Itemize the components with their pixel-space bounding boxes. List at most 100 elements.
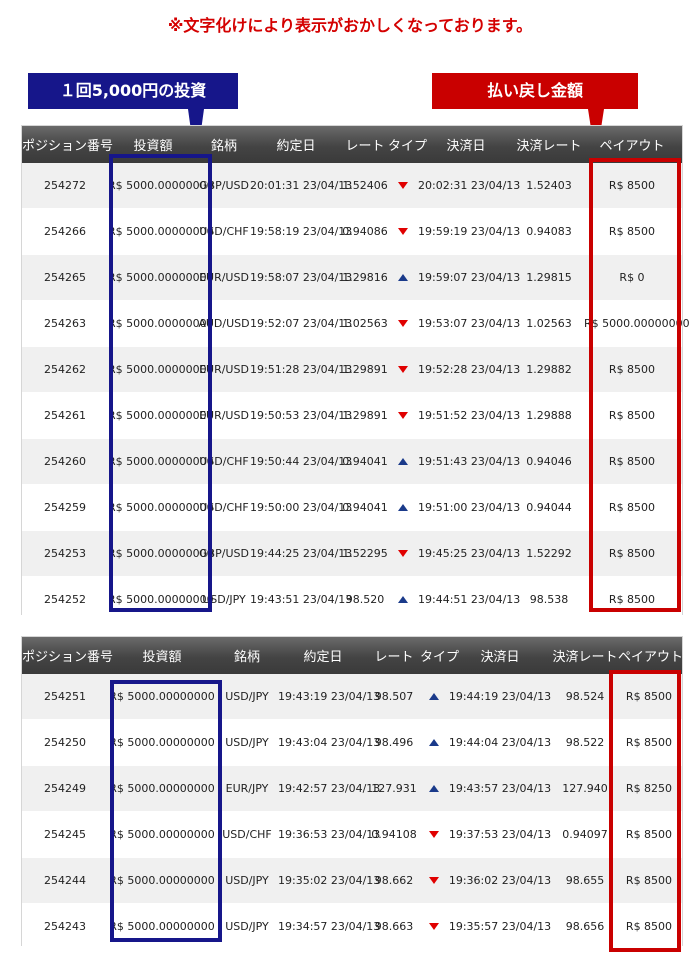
cell-investment-amount: R$ 5000.00000000 <box>108 363 214 376</box>
cell-investment-amount: R$ 5000.00000000 <box>108 317 214 330</box>
arrow-down-icon <box>398 320 408 327</box>
cell-investment-amount: R$ 5000.00000000 <box>109 874 215 887</box>
cell-type <box>388 271 418 284</box>
cell-position-id: 254265 <box>44 271 86 284</box>
cell-position-id: 254253 <box>44 547 86 560</box>
column-header-settlement-date: 決済日 <box>446 139 486 154</box>
table-header: ポジション番号 投資額 銘柄 約定日 レート タイプ 決済日 決済レート ペイアウト <box>22 126 682 163</box>
cell-position-id: 254266 <box>44 225 86 238</box>
table-row: 254263 R$ 5000.00000000 AUD/USD 19:52:07 23… <box>22 301 690 347</box>
cell-settlement-date: 19:37:53 23/04/13 <box>448 828 552 841</box>
cell-symbol: USD/JPY <box>225 736 269 749</box>
cell-type <box>388 593 418 606</box>
cell-position-id: 254243 <box>44 920 86 933</box>
cell-investment-amount: R$ 5000.00000000 <box>109 782 215 795</box>
positions-table-1: ポジション番号 投資額 銘柄 約定日 レート タイプ 決済日 決済レート ペイアウト 25427… <box>21 125 690 623</box>
cell-contract-date: 19:35:02 23/04/13 <box>278 874 381 887</box>
cell-investment-amount: R$ 5000.00000000 <box>108 455 214 468</box>
cell-payout: R$ 8500 <box>625 874 673 887</box>
arrow-down-icon <box>398 182 408 189</box>
cell-payout: R$ 8500 <box>625 828 673 841</box>
column-header-position-id: ポジション番号 <box>22 650 114 665</box>
cell-payout: R$ 8500 <box>608 225 656 238</box>
cell-investment-amount: R$ 5000.00000000 <box>108 547 214 560</box>
table-row: 254261 R$ 5000.00000000 EUR/USD 19:50:53 23… <box>22 393 682 439</box>
cell-payout: R$ 8500 <box>608 547 656 560</box>
arrow-up-icon <box>398 458 408 465</box>
cell-type <box>420 782 448 795</box>
cell-symbol: USD/CHF <box>199 501 249 514</box>
cell-settlement-rate: 1.29882 <box>526 363 572 376</box>
payout-callout: 払い戻し金額 <box>432 73 638 109</box>
cell-symbol: EUR/USD <box>199 409 249 422</box>
arrow-up-icon <box>398 274 408 281</box>
cell-contract-date: 20:01:31 23/04/13 <box>250 179 353 192</box>
cell-rate: 98.663 <box>374 920 414 933</box>
cell-rate: 1.29891 <box>342 409 388 422</box>
arrow-up-icon <box>429 693 439 700</box>
cell-contract-date: 19:36:53 23/04/13 <box>278 828 381 841</box>
cell-rate: 98.496 <box>374 736 414 749</box>
cell-type <box>420 690 448 703</box>
cell-payout: R$ 8500 <box>608 593 656 606</box>
table-row: 254249 R$ 5000.00000000 EUR/JPY 19:42:57 23… <box>22 766 682 812</box>
cell-investment-amount: R$ 5000.00000000 <box>108 593 214 606</box>
investment-callout: １回5,000円の投資 <box>28 73 238 109</box>
cell-payout: R$ 8500 <box>625 736 673 749</box>
cell-symbol: USD/CHF <box>222 828 272 841</box>
cell-contract-date: 19:44:25 23/04/13 <box>250 547 353 560</box>
cell-investment-amount: R$ 5000.00000000 <box>109 736 215 749</box>
cell-investment-amount: R$ 5000.00000000 <box>109 920 215 933</box>
cell-investment-amount: R$ 5000.00000000 <box>108 409 214 422</box>
cell-contract-date: 19:58:07 23/04/13 <box>250 271 353 284</box>
cell-investment-amount: R$ 5000.00000000 <box>108 271 214 284</box>
cell-contract-date: 19:43:51 23/04/13 <box>250 593 353 606</box>
cell-settlement-date: 19:44:19 23/04/13 <box>448 690 552 703</box>
table-row: 254259 R$ 5000.00000000 USD/CHF 19:50:00 23… <box>22 485 682 531</box>
cell-symbol: USD/CHF <box>199 455 249 468</box>
column-header-investment-amount: 投資額 <box>133 139 173 154</box>
cell-symbol: GBP/USD <box>199 179 249 192</box>
cell-type <box>388 547 418 560</box>
table-row: 254253 R$ 5000.00000000 GBP/USD 19:44:25 23… <box>22 531 682 577</box>
cell-type <box>388 225 418 238</box>
cell-payout: R$ 8500 <box>608 363 656 376</box>
arrow-down-icon <box>429 831 439 838</box>
cell-symbol: EUR/JPY <box>225 782 269 795</box>
column-header-settlement-rate: 決済レート <box>552 650 618 665</box>
cell-settlement-rate: 0.94044 <box>526 501 572 514</box>
cell-contract-date: 19:34:57 23/04/13 <box>278 920 381 933</box>
positions-table-2: ポジション番号 投資額 銘柄 約定日 レート タイプ 決済日 決済レート ペイアウト 25425… <box>21 636 683 950</box>
table-row: 254250 R$ 5000.00000000 USD/JPY 19:43:04 23… <box>22 720 682 766</box>
table-row: 254243 R$ 5000.00000000 USD/JPY 19:34:57 23… <box>22 904 682 950</box>
cell-contract-date: 19:43:04 23/04/13 <box>278 736 381 749</box>
cell-type <box>420 736 448 749</box>
cell-type <box>388 317 418 330</box>
cell-payout: R$ 0 <box>619 271 645 284</box>
cell-type <box>420 828 448 841</box>
cell-rate: 1.02563 <box>342 317 388 330</box>
column-header-settlement-date: 決済日 <box>480 650 520 665</box>
cell-investment-amount: R$ 5000.00000000 <box>109 690 215 703</box>
cell-position-id: 254260 <box>44 455 86 468</box>
cell-payout: R$ 8500 <box>608 179 656 192</box>
cell-settlement-date: 19:52:28 23/04/13 <box>418 363 521 376</box>
table-header: ポジション番号 投資額 銘柄 約定日 レート タイプ 決済日 決済レート ペイアウト <box>22 637 683 674</box>
cell-settlement-rate: 0.94046 <box>526 455 572 468</box>
cell-rate: 1.52406 <box>342 179 388 192</box>
table-row: 254266 R$ 5000.00000000 USD/CHF 19:58:19 23… <box>22 209 682 255</box>
cell-type <box>388 363 418 376</box>
cell-symbol: GBP/USD <box>199 547 249 560</box>
cell-position-id: 254245 <box>44 828 86 841</box>
cell-settlement-rate: 1.29888 <box>526 409 572 422</box>
cell-settlement-date: 19:35:57 23/04/13 <box>448 920 552 933</box>
cell-symbol: AUD/USD <box>198 317 250 330</box>
column-header-symbol: 銘柄 <box>233 650 260 665</box>
cell-rate: 1.29891 <box>342 363 388 376</box>
cell-symbol: USD/JPY <box>225 874 269 887</box>
cell-type <box>420 874 448 887</box>
cell-payout: R$ 8500 <box>608 455 656 468</box>
column-header-rate: レート <box>345 139 385 154</box>
cell-investment-amount: R$ 5000.00000000 <box>108 225 214 238</box>
notice-text: ※文字化けにより表示がおかしくなっております。 <box>167 16 533 35</box>
